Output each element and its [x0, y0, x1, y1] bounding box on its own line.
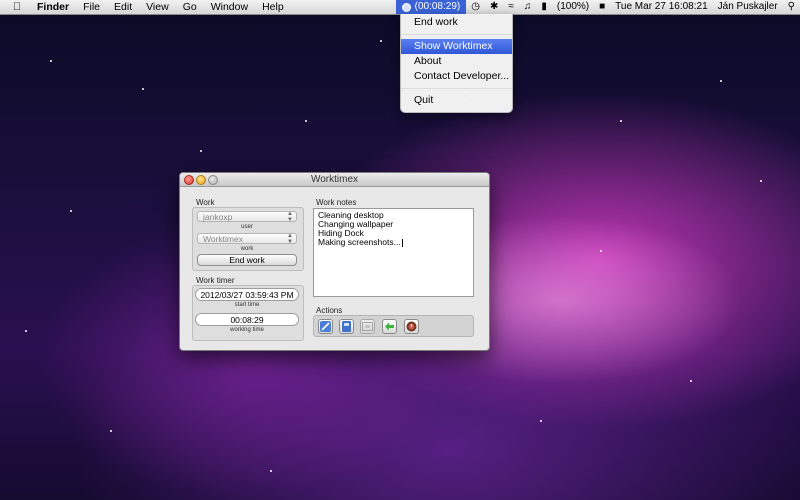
- work-notes-section-label: Work notes: [316, 198, 357, 207]
- actions-bar: [313, 315, 474, 337]
- text-caret: [401, 238, 403, 247]
- work-popup-value: Worktimex: [203, 234, 243, 244]
- menu-file[interactable]: File: [76, 0, 107, 14]
- worktimex-icon: [401, 2, 411, 12]
- menu-item-about[interactable]: About: [401, 54, 512, 69]
- notebook-icon: [342, 321, 351, 332]
- menu-item-show-worktimex[interactable]: Show Worktimex: [401, 39, 512, 54]
- status-area: (00:08:29) ◷ ✱ ≈ ♫ ▮ (100%) ■ Tue Mar 27…: [395, 0, 800, 14]
- image-button[interactable]: [360, 319, 375, 334]
- green-arrow-icon: [385, 322, 394, 331]
- actions-section-label: Actions: [316, 306, 343, 315]
- stopwatch-button[interactable]: [404, 319, 419, 334]
- start-time-field: 2012/03/27 03:59:43 PM: [195, 288, 299, 301]
- battery-percent: (100%): [556, 1, 590, 12]
- window-titlebar[interactable]: Worktimex: [180, 173, 489, 187]
- menu-help[interactable]: Help: [255, 0, 291, 14]
- time-machine-icon[interactable]: ◷: [466, 0, 485, 14]
- wifi-icon[interactable]: ≈: [503, 0, 519, 14]
- work-section-label: Work: [196, 198, 215, 207]
- popup-arrows-icon: ▲ ▼: [287, 233, 293, 245]
- menu-edit[interactable]: Edit: [107, 0, 139, 14]
- volume-icon[interactable]: ♫: [519, 0, 537, 14]
- note-line: Making screenshots...: [318, 237, 401, 247]
- pencil-icon: [320, 321, 331, 332]
- window-title: Worktimex: [310, 174, 359, 185]
- menu-go[interactable]: Go: [176, 0, 204, 14]
- start-time-caption: start time: [234, 302, 260, 308]
- work-caption: work: [240, 246, 254, 252]
- apple-icon[interactable]: : [10, 1, 24, 13]
- pencil-button[interactable]: [318, 319, 333, 334]
- spotlight-search-icon[interactable]: ⚲: [783, 0, 800, 14]
- worktimex-menu: End work Show Worktimex About Contact De…: [400, 14, 513, 113]
- menu-window[interactable]: Window: [204, 0, 255, 14]
- menu-item-end-work[interactable]: End work: [401, 15, 512, 30]
- work-notes-textarea[interactable]: Cleaning desktop Changing wallpaper Hidi…: [313, 208, 474, 297]
- stopwatch-icon: [406, 321, 417, 332]
- menu-item-contact-developer[interactable]: Contact Developer...: [401, 69, 512, 84]
- close-button[interactable]: [184, 175, 194, 185]
- user-popup[interactable]: jankoxp ▲ ▼: [197, 211, 297, 223]
- menu-view[interactable]: View: [139, 0, 176, 14]
- popup-arrows-icon: ▲ ▼: [287, 211, 293, 223]
- work-popup[interactable]: Worktimex ▲ ▼: [197, 233, 297, 245]
- user-name[interactable]: Ján Puskajler: [713, 0, 783, 14]
- work-timer-section-label: Work timer: [196, 276, 235, 285]
- minimize-button[interactable]: [196, 175, 206, 185]
- working-time-caption: working time: [230, 327, 264, 333]
- green-arrow-button[interactable]: [382, 319, 397, 334]
- menu-separator: [401, 88, 512, 89]
- menu-bar:  Finder File Edit View Go Window Help (…: [0, 0, 800, 15]
- menu-finder[interactable]: Finder: [30, 0, 76, 14]
- notebook-button[interactable]: [339, 319, 354, 334]
- user-caption: user: [241, 224, 253, 230]
- working-time-field: 00:08:29: [195, 313, 299, 326]
- end-work-button[interactable]: End work: [197, 254, 297, 266]
- input-flag-icon[interactable]: ■: [594, 0, 610, 14]
- status-timer-text: (00:08:29): [414, 1, 461, 12]
- menu-separator: [401, 34, 512, 35]
- image-icon: [362, 322, 373, 331]
- battery-icon[interactable]: ▮: [536, 0, 552, 14]
- bluetooth-icon[interactable]: ✱: [485, 0, 503, 14]
- clock[interactable]: Tue Mar 27 16:08:21: [610, 0, 712, 14]
- worktimex-status-item[interactable]: (00:08:29): [395, 0, 467, 14]
- menu-item-quit[interactable]: Quit: [401, 93, 512, 108]
- zoom-button[interactable]: [208, 175, 218, 185]
- user-popup-value: jankoxp: [203, 212, 233, 222]
